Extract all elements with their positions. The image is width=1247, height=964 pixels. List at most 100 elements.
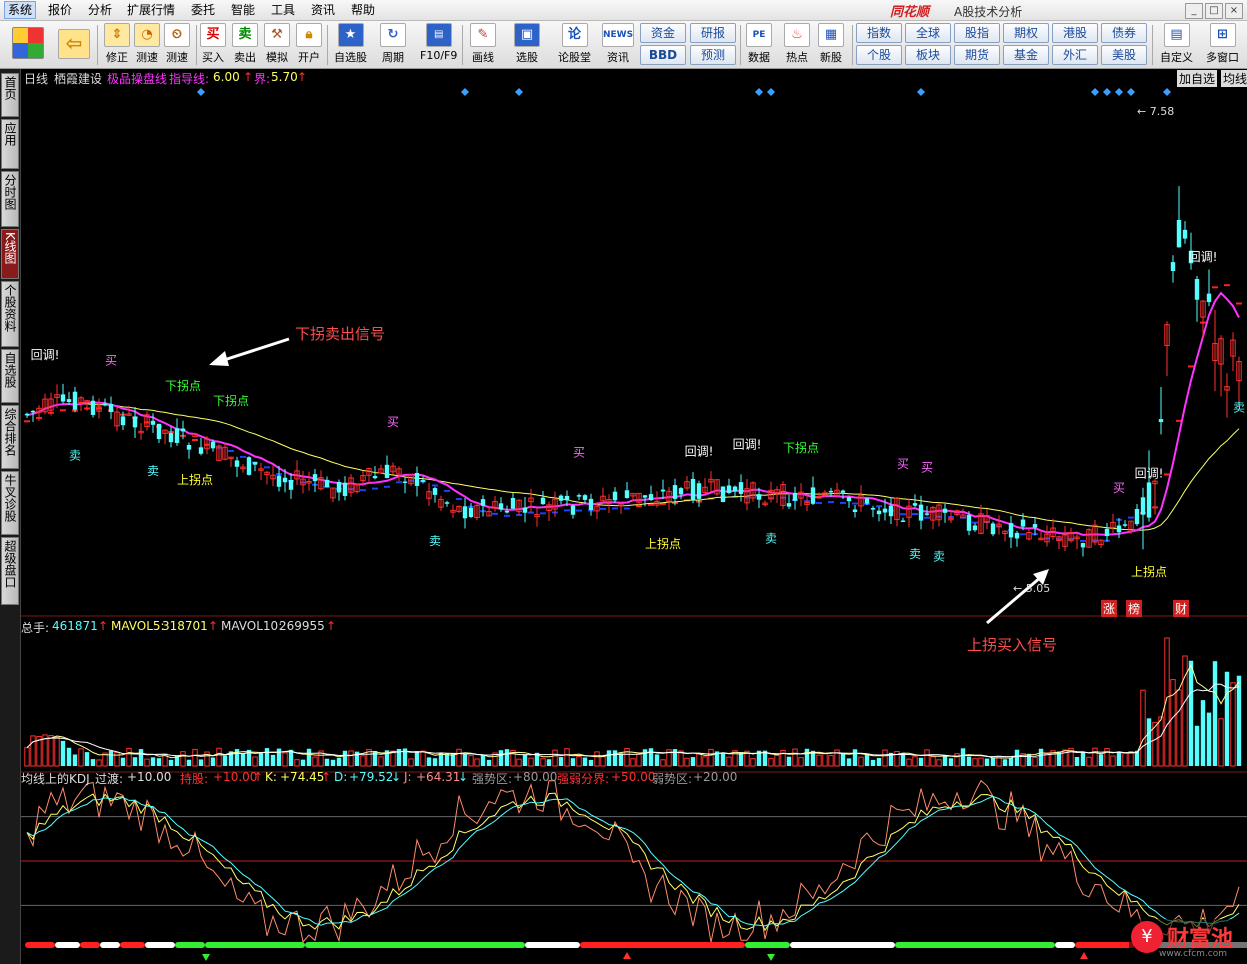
volume-bar	[234, 749, 240, 766]
sector-button[interactable]: 板块	[905, 45, 951, 65]
volume-bar	[330, 759, 336, 766]
menu-help[interactable]: 帮助	[348, 2, 378, 18]
bond-button[interactable]: 债券	[1101, 23, 1147, 43]
hk-stock-button[interactable]: 港股	[1052, 23, 1098, 43]
tab-watchlist-label: 自选股	[3, 352, 17, 388]
volume-bar	[1122, 752, 1128, 767]
data-button[interactable]: PE 数据	[746, 23, 772, 65]
volume-bar	[1224, 671, 1230, 766]
hot-button[interactable]: ♨ 热点	[784, 23, 810, 65]
menu-news[interactable]: 资讯	[308, 2, 338, 18]
candle-body	[504, 510, 510, 513]
period-button[interactable]: ↻ 周期	[380, 23, 406, 65]
badge-ranking[interactable]: 榜	[1126, 600, 1143, 617]
kline-chart-area[interactable]: 回调! 买下拐点 下拐点卖卖上拐点买卖买回调! 回调! 上拐点 下拐点卖买买卖卖买回调! 上…	[21, 69, 1247, 964]
candle-body	[234, 460, 240, 467]
stopwatch-button[interactable]: ⏲ 测速	[164, 23, 190, 65]
tab-diagnosis[interactable]: 牛叉诊股	[1, 471, 19, 535]
badge-finance[interactable]: 财	[1173, 600, 1190, 617]
forex-button[interactable]: 外汇	[1052, 45, 1098, 65]
tab-watchlist[interactable]: 自选股	[1, 349, 19, 403]
moving-average-button[interactable]: 均线	[1221, 70, 1247, 87]
minimize-icon[interactable]: _	[1185, 3, 1203, 19]
news-icon: NEWS	[602, 23, 634, 47]
tab-super-panel[interactable]: 超级盘口	[1, 537, 19, 605]
tab-timeshare[interactable]: 分时图	[1, 171, 19, 227]
futures-button[interactable]: 期货	[954, 45, 1000, 65]
volume-bar	[1176, 689, 1182, 767]
draw-line-button[interactable]: ✎ 画线	[470, 23, 496, 65]
fund-flow-button[interactable]: 资金	[640, 23, 686, 43]
volume-bar	[966, 756, 972, 766]
volume-bar	[798, 757, 804, 767]
tab-ranking[interactable]: 综合排名	[1, 405, 19, 469]
multi-window-button[interactable]: ⊞ 多窗口	[1206, 23, 1239, 65]
candle-body	[786, 503, 792, 507]
kdj-divide-label: 强弱分界:	[557, 772, 610, 786]
global-button[interactable]: 全球	[905, 23, 951, 43]
add-watchlist-button[interactable]: 加自选	[1177, 70, 1218, 87]
candle-body	[660, 489, 666, 492]
forecast-button[interactable]: 预测	[690, 45, 736, 65]
signal-label: 上拐点	[645, 536, 681, 551]
f10-button[interactable]: ▤ F10/F9	[420, 23, 457, 62]
us-stock-button[interactable]: 美股	[1101, 45, 1147, 65]
research-button[interactable]: 研报	[690, 23, 736, 43]
candle-body	[60, 394, 66, 402]
news-button[interactable]: NEWS 资讯	[602, 23, 634, 65]
simulate-button[interactable]: ⚒ 模拟	[264, 23, 290, 65]
chart-canvas[interactable]: 回调! 买下拐点下拐点卖卖上拐点买卖买 回调! 回调!上拐点下拐点卖买 买卖 卖买回调!上…	[21, 69, 1247, 964]
options-button[interactable]: 期权	[1003, 23, 1049, 43]
volume-bar	[708, 748, 714, 767]
volume-bar	[906, 758, 912, 767]
kdj-k-value: +74.45	[280, 770, 325, 784]
correct-button[interactable]: ⇕ 修正	[104, 23, 130, 65]
candle-body	[990, 523, 996, 535]
simulate-label: 模拟	[266, 51, 288, 64]
tab-kline[interactable]: K线图	[1, 229, 19, 279]
menu-trade[interactable]: 委托	[188, 2, 218, 18]
signal-label: 下拐点	[165, 378, 201, 393]
tab-stock-profile[interactable]: 个股资料	[1, 281, 19, 347]
sell-button[interactable]: 卖 卖出	[232, 23, 258, 65]
single-stock-button[interactable]: 个股	[856, 45, 902, 65]
indicator-name: 极品操盘线	[107, 72, 168, 86]
menu-quote[interactable]: 报价	[45, 2, 75, 18]
candle-body	[420, 480, 426, 482]
fund-button[interactable]: 基金	[1003, 45, 1049, 65]
watchlist-button[interactable]: ★ 自选股	[334, 23, 367, 65]
signal-label: 回调!	[1189, 250, 1218, 264]
menu-analysis[interactable]: 分析	[85, 2, 115, 18]
volume-bar	[912, 756, 918, 767]
menu-tools[interactable]: 工具	[268, 2, 298, 18]
candle-body	[588, 498, 594, 510]
menu-system[interactable]: 系统	[4, 1, 37, 19]
maximize-icon[interactable]: □	[1205, 3, 1223, 19]
candle-body	[462, 506, 468, 519]
volume-bar	[702, 756, 708, 767]
volume-bar	[1002, 759, 1008, 766]
new-stock-button[interactable]: ▦ 新股	[818, 23, 844, 65]
custom-button[interactable]: ▤ 自定义	[1160, 23, 1193, 65]
stock-pick-button[interactable]: ▣ 选股	[514, 23, 540, 65]
tab-home[interactable]: 首页	[1, 73, 19, 117]
tab-apps[interactable]: 应用	[1, 119, 19, 169]
open-account-button[interactable]: 🔒︎ 开户	[296, 23, 322, 65]
volume-bar	[1200, 700, 1206, 766]
candle-body	[1158, 419, 1164, 423]
buy-button[interactable]: 买 买入	[200, 23, 226, 65]
close-icon[interactable]: ×	[1225, 3, 1243, 19]
bbd-button[interactable]: BBD	[640, 45, 686, 65]
home-grid-button[interactable]	[12, 27, 44, 59]
stock-index-button[interactable]: 股指	[954, 23, 1000, 43]
volume-bar	[804, 748, 810, 766]
speed-test-button[interactable]: ◔ 测速	[134, 23, 160, 65]
forum-button[interactable]: 论 论股堂	[558, 23, 591, 65]
candle-body	[1140, 497, 1146, 515]
menu-extended-market[interactable]: 扩展行情	[124, 2, 178, 18]
volume-bar	[30, 735, 36, 767]
menu-smart[interactable]: 智能	[228, 2, 258, 18]
back-button[interactable]: ⇦	[58, 29, 90, 59]
badge-limit-up[interactable]: 涨	[1101, 600, 1118, 617]
index-button[interactable]: 指数	[856, 23, 902, 43]
